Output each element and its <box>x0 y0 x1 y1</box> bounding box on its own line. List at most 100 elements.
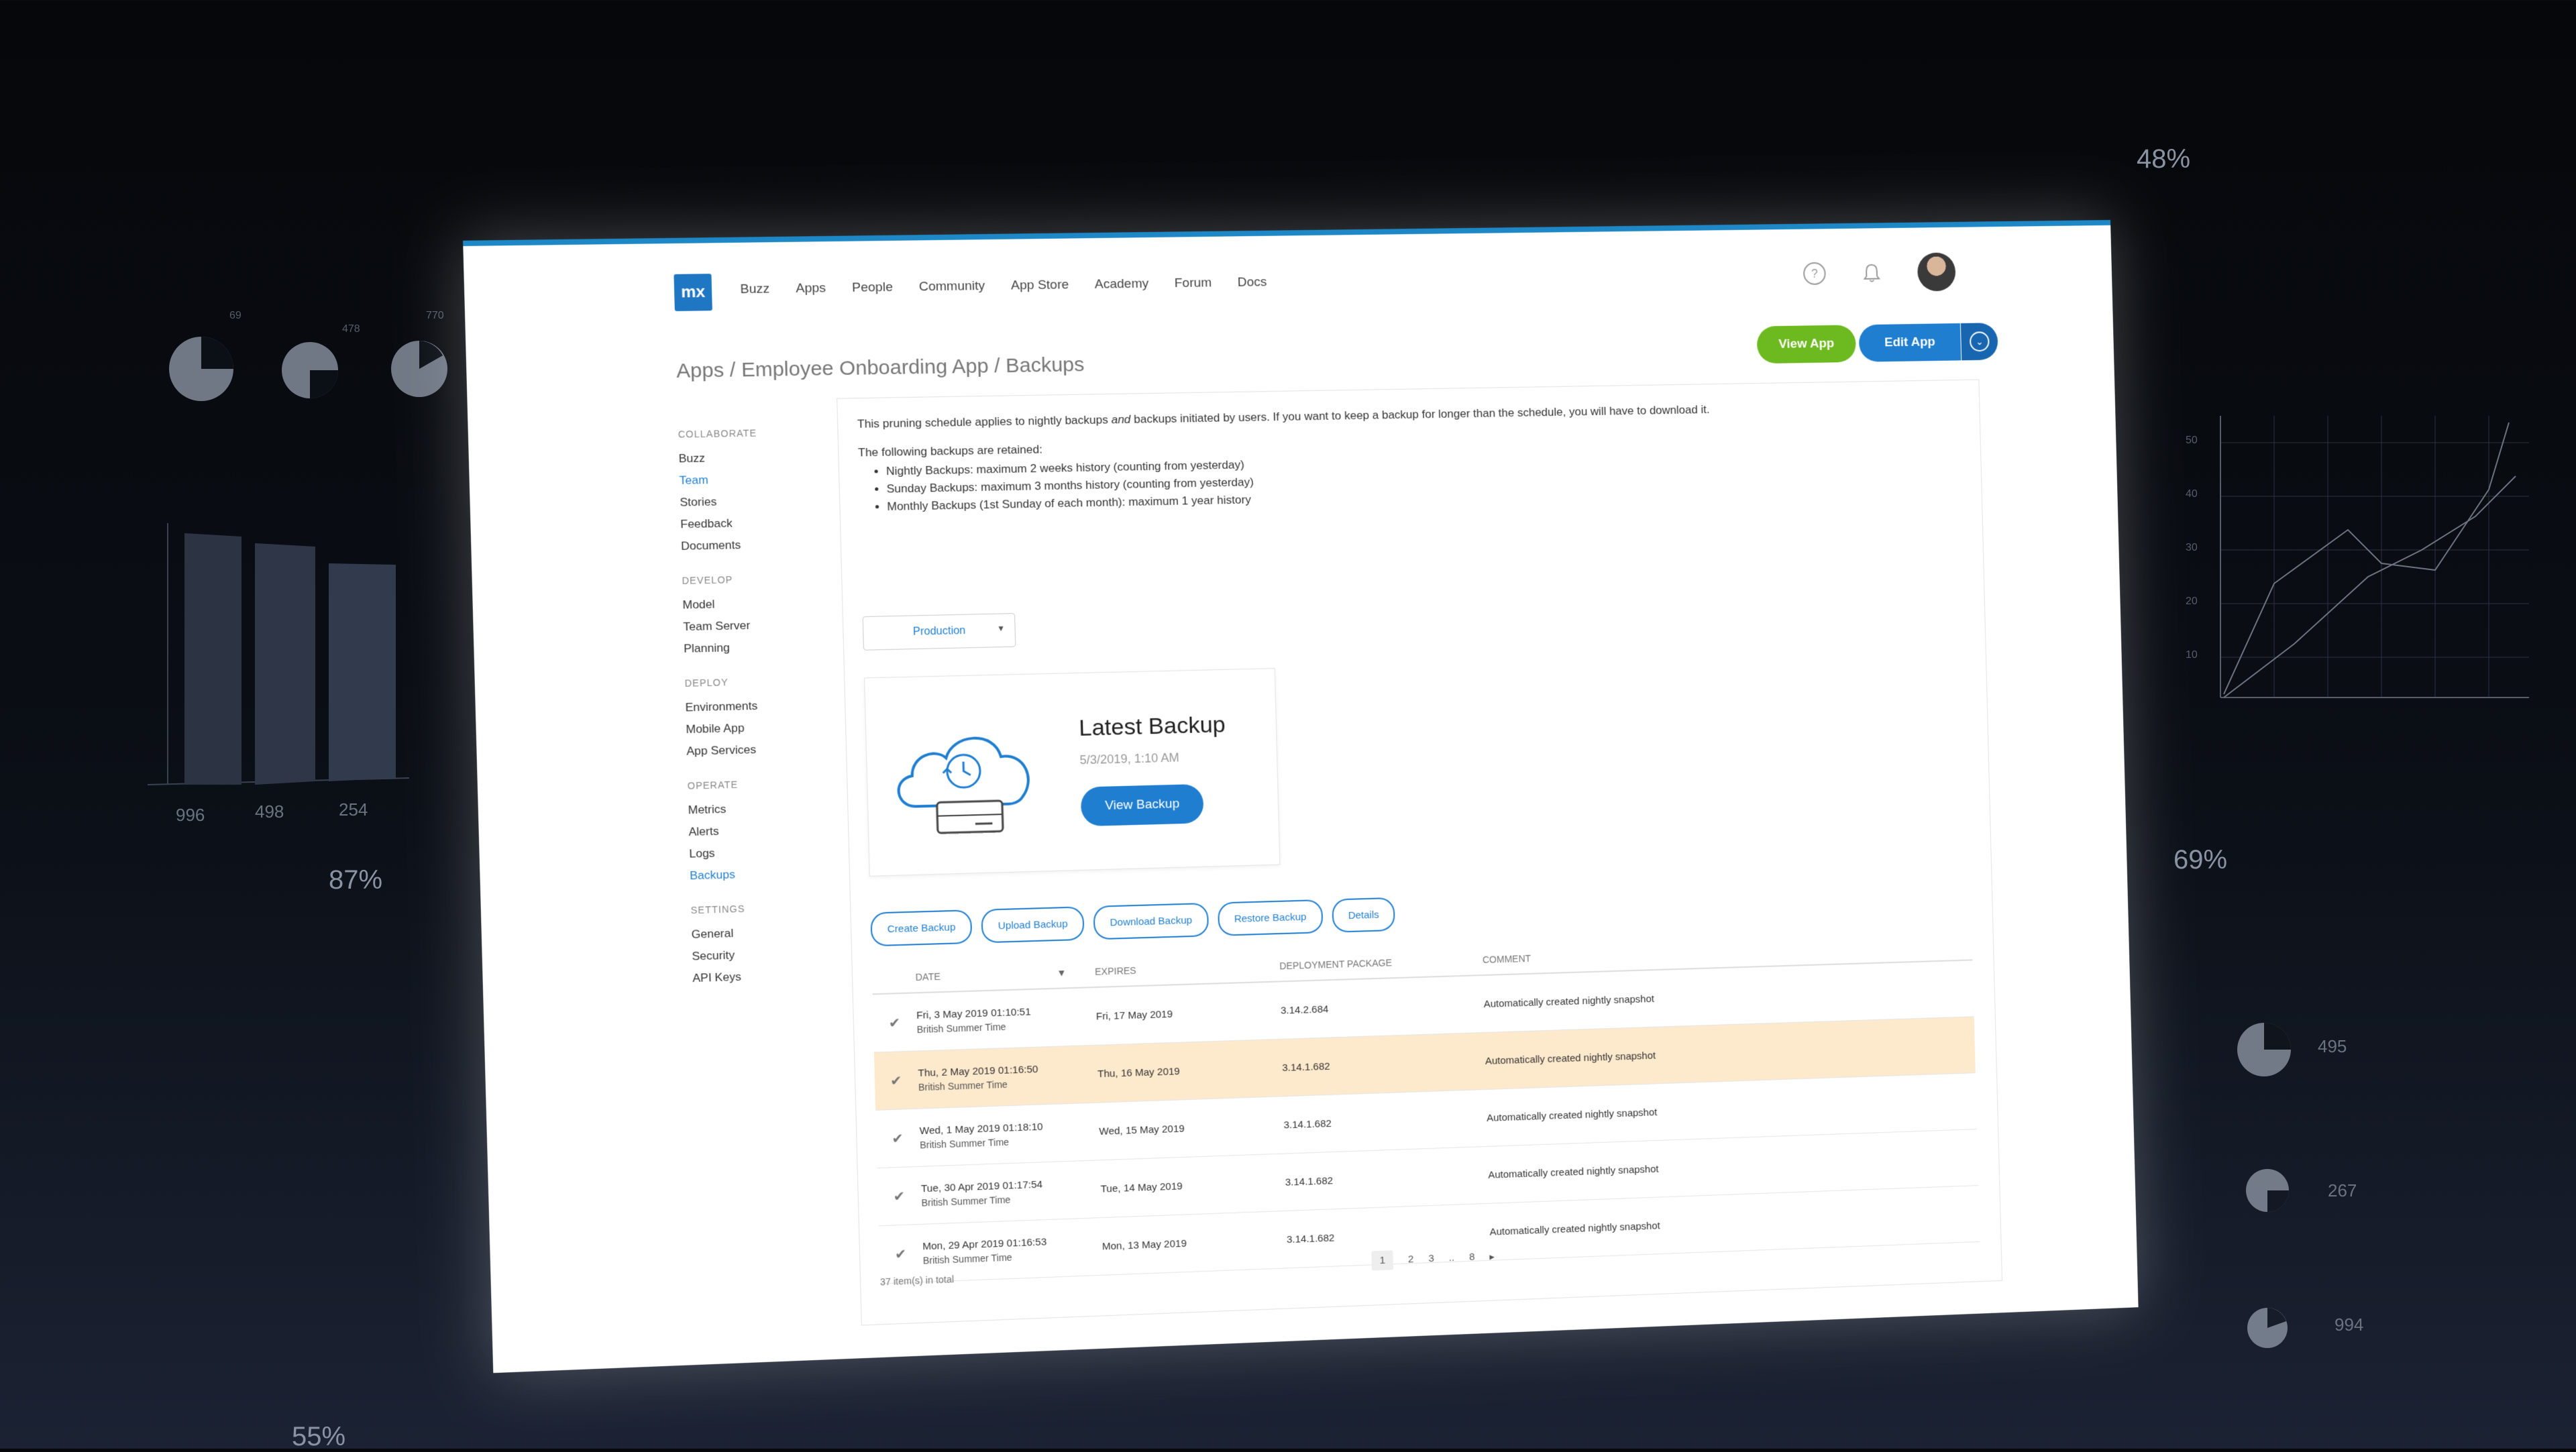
sort-desc-icon[interactable]: ▼ <box>1057 967 1067 979</box>
check-icon: ✔ <box>872 993 917 1053</box>
restore-backup-button[interactable]: Restore Backup <box>1217 899 1324 936</box>
sidebar-item-stories[interactable]: Stories <box>680 489 847 514</box>
sidebar-section-develop: DEVELOP Model Team Server Planning <box>682 571 850 660</box>
edit-app-button[interactable]: Edit App <box>1858 323 1962 362</box>
check-icon: ✔ <box>875 1109 920 1168</box>
check-icon: ✔ <box>873 1051 918 1111</box>
nav-academy[interactable]: Academy <box>1095 277 1149 292</box>
page-1-button[interactable]: 1 <box>1371 1250 1394 1271</box>
check-icon: ✔ <box>877 1166 922 1226</box>
bg-pie-label-3: 770 <box>426 310 444 321</box>
bg-percent-top-right: 48% <box>2137 144 2191 174</box>
bg-percent-right: 69% <box>2174 845 2228 875</box>
nav-app-store[interactable]: App Store <box>1011 278 1069 293</box>
page-3-button[interactable]: 3 <box>1428 1253 1434 1264</box>
view-app-button[interactable]: View App <box>1756 325 1857 364</box>
bg-pie-label-1: 69 <box>229 310 241 321</box>
environment-select[interactable]: Production ▼ <box>862 613 1016 651</box>
intro-text-part: backups initiated by users. If you want … <box>1130 403 1710 426</box>
sidebar: COLLABORATE Buzz Team Stories Feedback D… <box>678 408 859 990</box>
download-backup-button[interactable]: Download Backup <box>1093 902 1210 940</box>
pagination: 1 2 3 .. 8 ▸ <box>1371 1247 1495 1271</box>
bg-bar-chart <box>147 523 410 785</box>
bg-line-tick-4: 20 <box>2186 596 2198 607</box>
view-backup-button[interactable]: View Backup <box>1080 783 1204 827</box>
bg-line-tick-1: 50 <box>2186 435 2198 446</box>
cell-date-value: Tue, 30 Apr 2019 01:17:54 <box>920 1178 1043 1194</box>
bg-pie-icons-right <box>2237 1023 2291 1348</box>
cell-date: Thu, 2 May 2019 01:16:50 British Summer T… <box>916 1045 1098 1109</box>
latest-backup-title: Latest Backup <box>1078 712 1226 741</box>
bg-pie-right-label-1: 495 <box>2318 1036 2347 1056</box>
help-icon[interactable]: ? <box>1803 262 1826 286</box>
column-header-date-label: DATE <box>915 970 941 983</box>
edit-app-dropdown-button[interactable]: ⌄ <box>1960 323 1998 361</box>
cell-timezone: British Summer Time <box>918 1078 1008 1093</box>
sidebar-item-app-services[interactable]: App Services <box>686 736 853 763</box>
backups-panel: This pruning schedule applies to nightly… <box>837 379 2002 1326</box>
sidebar-section-collaborate: COLLABORATE Buzz Team Stories Feedback D… <box>678 426 848 557</box>
bg-line-tick-3: 30 <box>2186 542 2198 553</box>
sidebar-section-operate: OPERATE Metrics Alerts Logs Backups <box>688 776 857 887</box>
bg-line-tick-2: 40 <box>2186 488 2198 500</box>
nav-buzz[interactable]: Buzz <box>740 282 769 297</box>
cell-date: Fri, 3 May 2019 01:10:51 British Summer T… <box>915 987 1096 1052</box>
bg-bar-label-2: 498 <box>255 801 284 822</box>
bell-icon[interactable] <box>1862 263 1882 283</box>
bg-line-chart <box>2220 416 2529 698</box>
cell-package: 3.14.1.682 <box>1283 1146 1489 1211</box>
sidebar-section-settings: SETTINGS General Security API Keys <box>690 900 859 990</box>
sidebar-section-deploy: DEPLOY Environments Mobile App App Servi… <box>684 674 853 763</box>
cell-date: Tue, 30 Apr 2019 01:17:54 British Summer … <box>920 1160 1101 1225</box>
nav-forum[interactable]: Forum <box>1174 276 1212 291</box>
sidebar-item-backups[interactable]: Backups <box>690 860 857 887</box>
page-8-button[interactable]: 8 <box>1469 1251 1475 1263</box>
sidebar-item-feedback[interactable]: Feedback <box>680 510 847 535</box>
cell-expires: Mon, 13 May 2019 <box>1100 1211 1287 1276</box>
pruning-schedule-text: This pruning schedule applies to nightly… <box>857 398 1921 516</box>
sidebar-section-title: OPERATE <box>687 779 739 791</box>
bg-bar-label-3: 254 <box>339 799 368 820</box>
cell-expires: Thu, 16 May 2019 <box>1095 1039 1283 1103</box>
bg-percent-left: 87% <box>329 865 383 895</box>
user-avatar[interactable] <box>1917 252 1956 292</box>
sidebar-item-documents[interactable]: Documents <box>681 533 848 558</box>
create-backup-button[interactable]: Create Backup <box>870 909 973 947</box>
cell-expires: Wed, 15 May 2019 <box>1097 1096 1284 1160</box>
caret-down-icon: ▼ <box>996 623 1006 634</box>
cell-date-value: Mon, 29 Apr 2019 01:16:53 <box>922 1235 1047 1252</box>
sidebar-item-api-keys[interactable]: API Keys <box>692 962 859 989</box>
sidebar-item-buzz[interactable]: Buzz <box>678 445 845 470</box>
cell-date: Mon, 29 Apr 2019 01:16:53 British Summer … <box>921 1217 1103 1282</box>
table-header-check <box>871 962 916 995</box>
sidebar-item-team[interactable]: Team <box>679 467 846 492</box>
items-total: 37 item(s) in total <box>879 1274 955 1288</box>
mendix-logo[interactable]: mx <box>674 274 712 311</box>
sidebar-item-model[interactable]: Model <box>682 591 849 616</box>
nav-utilities: ? <box>1803 252 1956 293</box>
environment-select-value: Production <box>912 624 966 638</box>
next-page-icon[interactable]: ▸ <box>1489 1250 1495 1262</box>
cell-date: Wed, 1 May 2019 01:18:10 British Summer T… <box>918 1103 1099 1167</box>
cell-package: 3.14.1.682 <box>1281 1032 1486 1097</box>
sidebar-item-planning[interactable]: Planning <box>684 634 851 660</box>
nav-people[interactable]: People <box>852 280 893 296</box>
cell-timezone: British Summer Time <box>916 1021 1006 1035</box>
bg-pie-right-label-3: 994 <box>2334 1315 2364 1335</box>
cell-package: 3.14.1.682 <box>1282 1089 1487 1154</box>
backup-actions: Create Backup Upload Backup Download Bac… <box>870 897 1396 947</box>
nav-community[interactable]: Community <box>919 279 985 295</box>
bg-line-tick-5: 10 <box>2186 649 2198 661</box>
bg-pie-right-label-2: 267 <box>2328 1180 2357 1200</box>
sidebar-section-title: SETTINGS <box>690 903 745 916</box>
bg-percent-bottom: 55% <box>292 1422 346 1451</box>
latest-backup-time: 5/3/2019, 1:10 AM <box>1079 750 1180 767</box>
details-button[interactable]: Details <box>1331 897 1396 933</box>
bg-pie-icons-top <box>169 337 447 401</box>
sidebar-section-title: COLLABORATE <box>678 427 757 440</box>
upload-backup-button[interactable]: Upload Backup <box>981 906 1085 944</box>
nav-docs[interactable]: Docs <box>1237 275 1267 290</box>
nav-apps[interactable]: Apps <box>796 281 826 296</box>
page-2-button[interactable]: 2 <box>1408 1253 1414 1265</box>
page-ellipsis: .. <box>1448 1251 1455 1264</box>
